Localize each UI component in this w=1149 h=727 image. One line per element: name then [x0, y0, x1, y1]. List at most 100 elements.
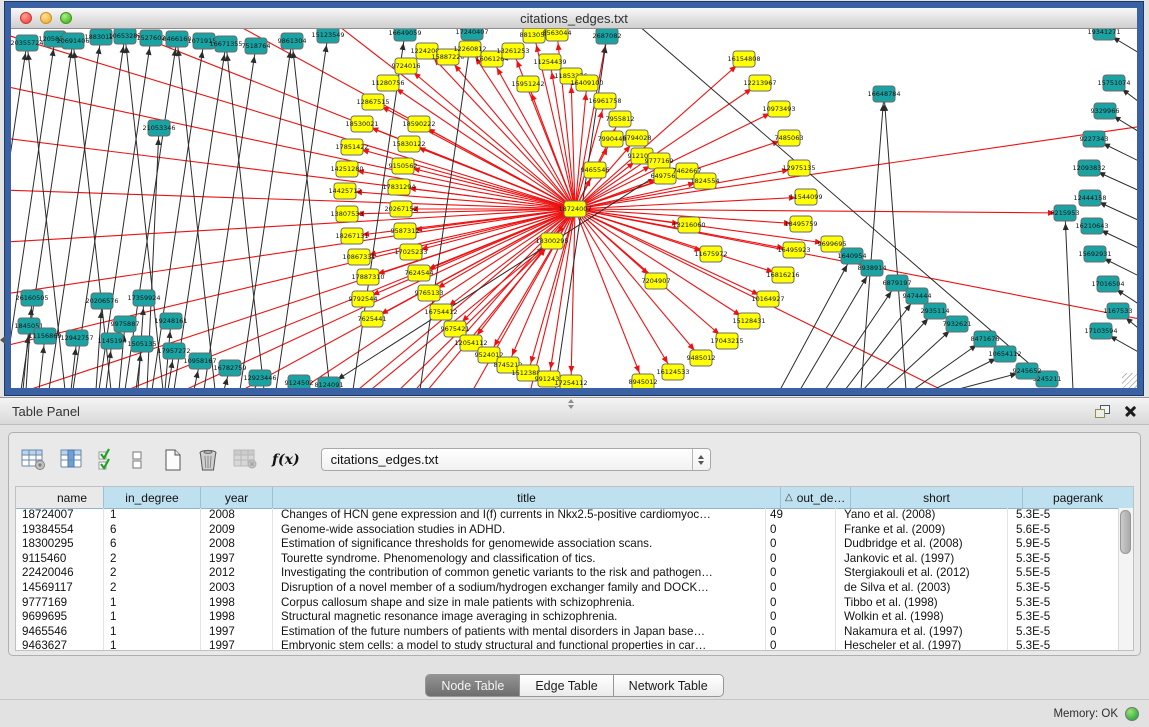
tab-edge-table[interactable]: Edge Table	[520, 674, 613, 697]
table-cell: 1998	[201, 596, 273, 611]
network-node-label: 18495759	[784, 220, 817, 228]
table-cell: 0	[766, 625, 836, 640]
network-node-label: 19248161	[154, 317, 187, 325]
table-cell: Tibbo et al. (1998)	[836, 596, 1008, 611]
network-node-label: 15830122	[392, 140, 425, 148]
table-cell: Estimation of the future numbers of pati…	[273, 625, 766, 640]
window-resize-grip[interactable]	[1122, 373, 1137, 388]
select-checks-button[interactable]	[97, 448, 117, 472]
tab-network-table[interactable]: Network Table	[614, 674, 724, 697]
float-panel-icon[interactable]	[1095, 405, 1110, 418]
table-row[interactable]: 969969511998Structural magnetic resonanc…	[16, 610, 1118, 625]
delete-table-disabled-button	[233, 449, 259, 471]
network-node-label: 17103594	[1084, 327, 1117, 335]
table-row[interactable]: 977716911998Corpus callosum shape and si…	[16, 596, 1118, 611]
network-node-label: 16210643	[1075, 222, 1108, 230]
table-cell: 9699695	[16, 610, 104, 625]
table-row[interactable]: 1872400712008Changes of HCN gene express…	[16, 508, 1118, 523]
table-cell: Embryonic stem cells: a model to study s…	[273, 639, 766, 650]
network-node-label: 14251280	[330, 165, 363, 173]
table-cell: 5.3E-5	[1008, 596, 1118, 611]
table-row[interactable]: 1938455462009Genome-wide association stu…	[16, 523, 1118, 538]
table-cell: 6	[104, 537, 201, 552]
table-settings-button[interactable]	[21, 449, 47, 471]
column-header-out-degree[interactable]: △ out_de…	[781, 487, 851, 508]
table-row[interactable]: 946554611997Estimation of the future num…	[16, 625, 1118, 640]
show-columns-button[interactable]	[60, 449, 84, 471]
close-window-button[interactable]	[20, 12, 32, 24]
memory-status-indicator[interactable]	[1125, 707, 1139, 721]
network-node-label: 1527602	[137, 34, 166, 42]
network-node-label: 18267131	[335, 232, 368, 240]
table-scrollbar-thumb[interactable]	[1120, 510, 1131, 554]
network-node-label: 9465546	[581, 166, 610, 174]
table-selector-combobox[interactable]: citations_edges.txt	[321, 448, 711, 471]
column-header-pagerank[interactable]: pagerank	[1023, 487, 1133, 508]
network-node-label: 9975887	[111, 320, 140, 328]
tab-node-table[interactable]: Node Table	[425, 674, 520, 697]
table-cell: Franke et al. (2009)	[836, 523, 1008, 538]
table-row[interactable]: 946362711997Embryonic stem cells: a mode…	[16, 639, 1118, 650]
column-header-in-degree[interactable]: in_degree	[104, 487, 201, 508]
splitter-grip-icon[interactable]	[566, 399, 576, 409]
network-node-label: 15692931	[1078, 250, 1111, 258]
table-cell: 18300295	[16, 537, 104, 552]
network-node-label: 7624544	[405, 269, 434, 277]
table-cell: Structural magnetic resonance image aver…	[273, 610, 766, 625]
network-node-label: 8938914	[858, 264, 887, 272]
network-node-label: 16124533	[656, 368, 689, 376]
status-bar: Memory: OK	[0, 699, 1149, 727]
network-node-label: 11544099	[789, 193, 822, 201]
table-cell: 0	[766, 639, 836, 650]
network-node-label: 12093832	[1072, 164, 1105, 172]
minimize-window-button[interactable]	[40, 12, 52, 24]
network-node-label: 12942757	[60, 334, 93, 342]
table-cell: 18724007	[16, 508, 104, 523]
column-header-name[interactable]: name	[16, 487, 104, 508]
network-node-label: 12975135	[782, 164, 815, 172]
table-cell: Jankovic et al. (1997)	[836, 552, 1008, 567]
function-builder-button[interactable]: f(x)	[272, 452, 300, 468]
row-pair-button[interactable]	[130, 448, 144, 472]
column-header-short[interactable]: short	[851, 487, 1023, 508]
table-row[interactable]: 1830029562008Estimation of significance …	[16, 537, 1118, 552]
table-row[interactable]: 2242004622012Investigating the contribut…	[16, 566, 1118, 581]
table-cell: de Silva et al. (2003)	[836, 581, 1008, 596]
table-row[interactable]: 911546021997Tourette syndrome. Phenomeno…	[16, 552, 1118, 567]
trash-button[interactable]	[196, 447, 220, 473]
panel-collapse-arrow-icon[interactable]	[0, 336, 5, 344]
table-cell: 1	[104, 625, 201, 640]
network-node-label: 17957272	[157, 347, 190, 355]
network-node-label: 7204907	[642, 277, 671, 285]
column-header-title[interactable]: title	[273, 487, 781, 508]
zoom-window-button[interactable]	[60, 12, 72, 24]
network-node-label: 17025233	[394, 248, 427, 256]
network-canvas[interactable]: 2035572412058371206914061883012610653287…	[11, 29, 1137, 388]
network-node-label: 21053346	[142, 124, 175, 132]
table-cell: 2008	[201, 537, 273, 552]
table-row[interactable]: 1456911722003Disruption of a novel membe…	[16, 581, 1118, 596]
table-cell: Hescheler et al. (1997)	[836, 639, 1008, 650]
table-cell: 9463627	[16, 639, 104, 650]
new-document-button[interactable]	[163, 448, 183, 472]
network-node-label: 11280756	[371, 79, 404, 87]
table-cell: Disruption of a novel member of a sodium…	[273, 581, 766, 596]
network-node-label: 20267152	[384, 205, 417, 213]
network-node-label: 11254439	[533, 58, 566, 66]
network-node-label: 10654112	[988, 350, 1021, 358]
table-cell: 9465546	[16, 625, 104, 640]
table-cell: Tourette syndrome. Phenomenology and cla…	[273, 552, 766, 567]
network-node-label: 13216060	[672, 221, 705, 229]
network-node-label: 18300295	[535, 237, 568, 245]
network-node-label: 8471676	[971, 335, 1000, 343]
table-toolbar: f(x) citations_edges.txt	[9, 433, 1140, 486]
column-header-year[interactable]: year	[201, 487, 273, 508]
network-node-label: 9485012	[687, 354, 716, 362]
table-scrollbar[interactable]	[1118, 508, 1133, 650]
network-node-label: 9675421	[441, 325, 470, 333]
network-node-label: 12213967	[743, 79, 776, 87]
close-panel-icon[interactable]	[1124, 405, 1137, 418]
table-cell: Estimation of significance thresholds fo…	[273, 537, 766, 552]
network-graph[interactable]: 2035572412058371206914061883012610653287…	[11, 29, 1137, 388]
table-rows: 1872400712008Changes of HCN gene express…	[16, 508, 1118, 650]
